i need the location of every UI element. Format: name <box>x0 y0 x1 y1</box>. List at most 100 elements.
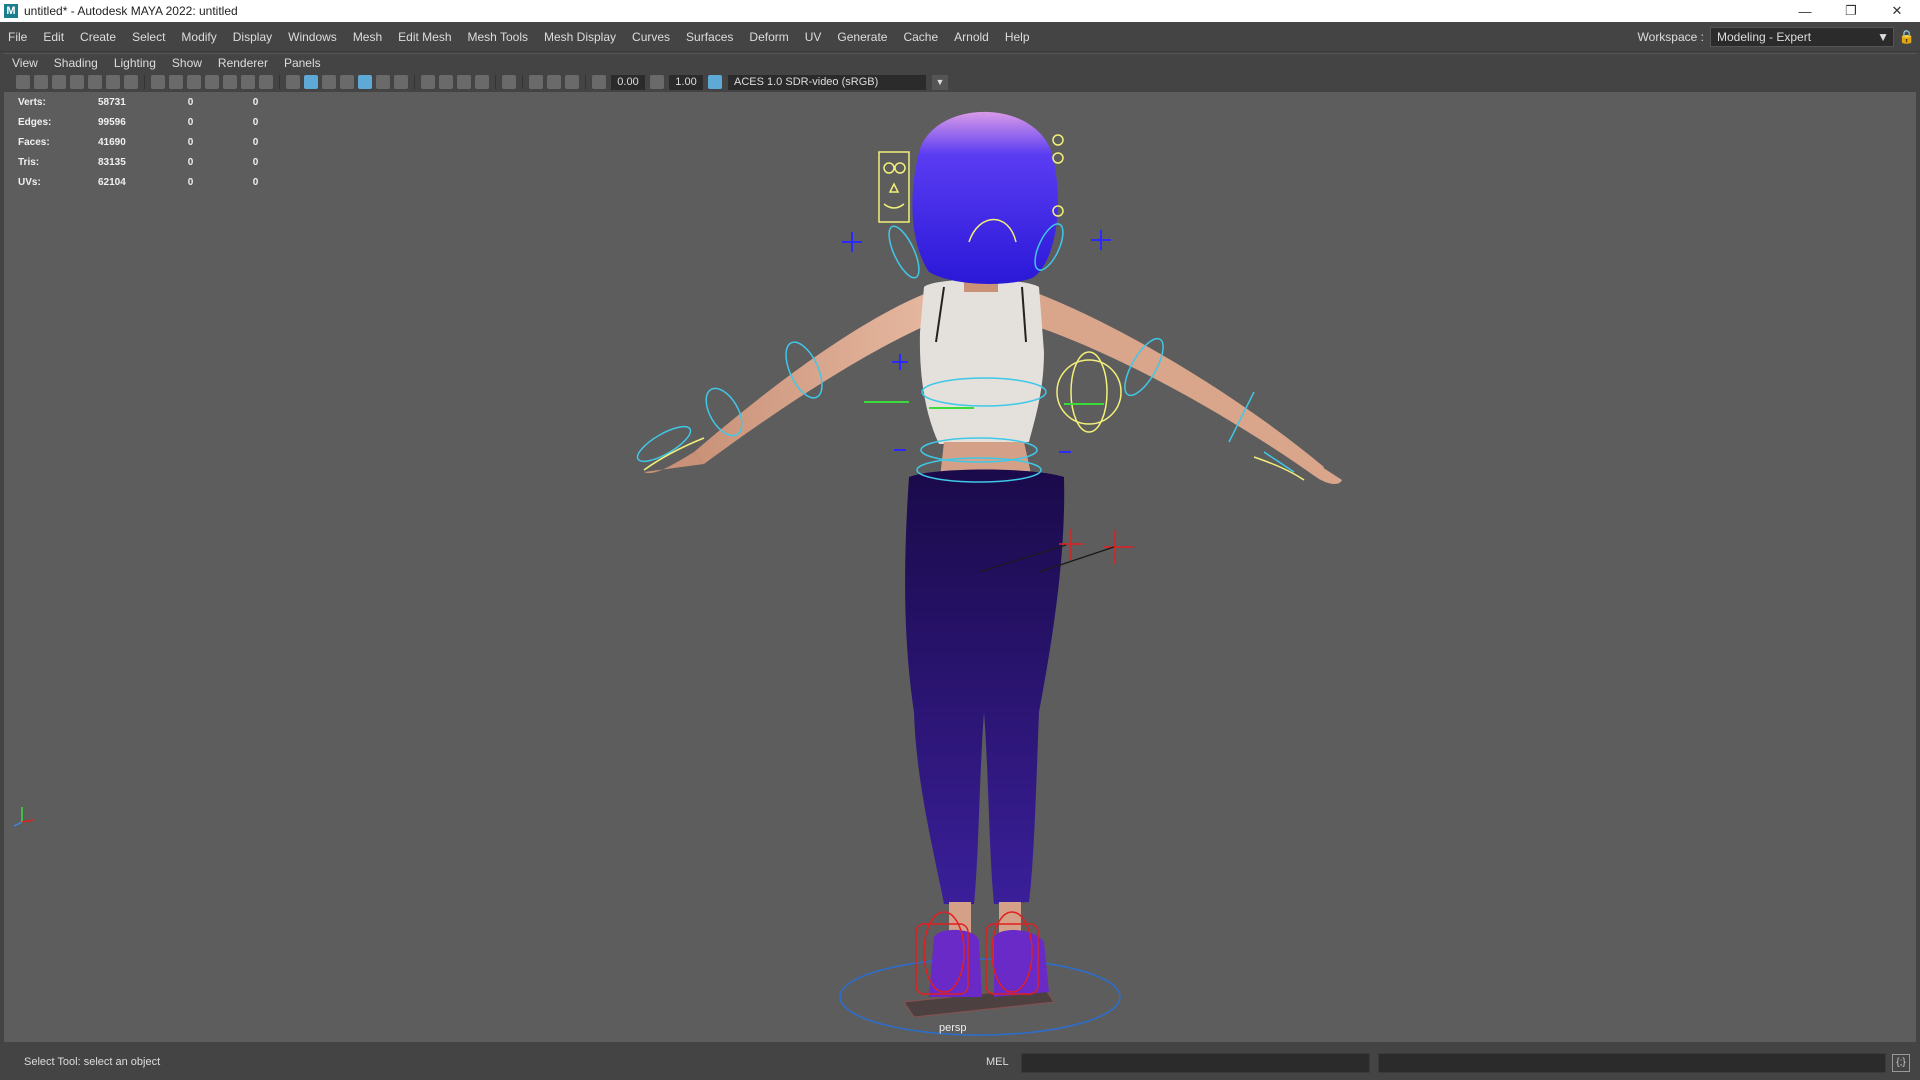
ambient-occlusion-icon[interactable] <box>421 75 435 89</box>
xray-joints-icon[interactable] <box>565 75 579 89</box>
hud-value: 0 <box>187 136 194 148</box>
menu-windows[interactable]: Windows <box>280 22 345 52</box>
pants <box>905 469 1065 904</box>
hud-row-uvs: UVs: 62104 0 0 <box>18 172 288 192</box>
close-button[interactable]: ✕ <box>1874 0 1920 22</box>
gamma-icon[interactable] <box>650 75 664 89</box>
bookmark-icon[interactable] <box>70 75 84 89</box>
wireframe-on-shaded-icon[interactable] <box>340 75 354 89</box>
menu-edit-mesh[interactable]: Edit Mesh <box>390 22 459 52</box>
toolbar-divider <box>522 75 523 89</box>
isolate-select-icon[interactable] <box>502 75 516 89</box>
view-transform-dropdown[interactable]: ACES 1.0 SDR-video (sRGB) ▼ <box>728 74 948 90</box>
2d-pan-zoom-icon[interactable] <box>106 75 120 89</box>
hud-row-verts: Verts: 58731 0 0 <box>18 92 288 112</box>
gate-mask-icon[interactable] <box>205 75 219 89</box>
mel-language-toggle[interactable]: MEL <box>986 1045 1009 1080</box>
xray-active-components-icon[interactable] <box>547 75 561 89</box>
command-line-input[interactable] <box>1021 1053 1370 1073</box>
menu-surfaces[interactable]: Surfaces <box>678 22 741 52</box>
hud-value: 0 <box>252 156 259 168</box>
hud-row-faces: Faces: 41690 0 0 <box>18 132 288 152</box>
workspace-dropdown[interactable]: Modeling - Expert ▼ <box>1710 27 1894 47</box>
hud-value: 0 <box>187 96 194 108</box>
restore-button[interactable]: ❐ <box>1828 0 1874 22</box>
panel-menu-show[interactable]: Show <box>164 56 210 70</box>
exposure-icon[interactable] <box>592 75 606 89</box>
workspace-label: Workspace : <box>1637 30 1704 44</box>
tank-top <box>919 279 1044 444</box>
select-camera-icon[interactable] <box>16 75 30 89</box>
motion-blur-icon[interactable] <box>439 75 453 89</box>
menu-edit[interactable]: Edit <box>35 22 72 52</box>
panel-menu-view[interactable]: View <box>4 56 46 70</box>
resolution-gate-icon[interactable] <box>187 75 201 89</box>
shadows-icon[interactable] <box>394 75 408 89</box>
workspace-selector: Workspace : Modeling - Expert ▼ 🔒 <box>1638 22 1920 52</box>
menu-arnold[interactable]: Arnold <box>946 22 997 52</box>
menu-help[interactable]: Help <box>997 22 1038 52</box>
view-transform-value: ACES 1.0 SDR-video (sRGB) <box>734 75 879 88</box>
exposure-field[interactable]: 0.00 <box>611 74 645 90</box>
panel-menu-panels[interactable]: Panels <box>276 56 329 70</box>
menu-generate[interactable]: Generate <box>829 22 895 52</box>
image-plane-icon[interactable] <box>88 75 102 89</box>
hud-value: 0 <box>252 176 259 188</box>
hud-label: Tris: <box>18 156 40 168</box>
use-all-lights-icon[interactable] <box>376 75 390 89</box>
menu-uv[interactable]: UV <box>797 22 830 52</box>
script-editor-icon[interactable]: {;} <box>1892 1054 1910 1072</box>
depth-of-field-icon[interactable] <box>475 75 489 89</box>
menu-mesh-tools[interactable]: Mesh Tools <box>460 22 536 52</box>
panel-menu-shading[interactable]: Shading <box>46 56 106 70</box>
title-bar: M untitled* - Autodesk MAYA 2022: untitl… <box>0 0 1920 22</box>
textured-icon[interactable] <box>358 75 372 89</box>
gamma-field[interactable]: 1.00 <box>669 74 703 90</box>
toolbar-divider <box>585 75 586 89</box>
safe-action-icon[interactable] <box>241 75 255 89</box>
panel-menu-bar: View Shading Lighting Show Renderer Pane… <box>4 53 1916 72</box>
scene-view[interactable] <box>4 92 1916 1042</box>
lock-camera-icon[interactable] <box>34 75 48 89</box>
menu-modify[interactable]: Modify <box>173 22 224 52</box>
grid-icon[interactable] <box>151 75 165 89</box>
menu-mesh-display[interactable]: Mesh Display <box>536 22 624 52</box>
field-chart-icon[interactable] <box>223 75 237 89</box>
right-arm <box>1029 292 1324 477</box>
wireframe-icon[interactable] <box>286 75 300 89</box>
panel-menu-lighting[interactable]: Lighting <box>106 56 164 70</box>
safe-title-icon[interactable] <box>259 75 273 89</box>
camera-attributes-icon[interactable] <box>52 75 66 89</box>
face-control-panel[interactable] <box>878 151 910 223</box>
menu-file[interactable]: File <box>0 22 35 52</box>
menu-deform[interactable]: Deform <box>741 22 796 52</box>
menu-display[interactable]: Display <box>225 22 280 52</box>
grease-pencil-icon[interactable] <box>124 75 138 89</box>
camera-name-label: persp <box>939 1022 967 1034</box>
chevron-down-icon[interactable]: ▼ <box>932 74 948 90</box>
hud-value: 0 <box>187 156 194 168</box>
hud-value: 0 <box>252 136 259 148</box>
workspace-value: Modeling - Expert <box>1717 30 1812 44</box>
default-material-icon[interactable] <box>322 75 336 89</box>
menu-create[interactable]: Create <box>72 22 124 52</box>
film-gate-icon[interactable] <box>169 75 183 89</box>
smooth-shade-icon[interactable] <box>304 75 318 89</box>
hud-value: 0 <box>252 96 259 108</box>
xray-icon[interactable] <box>529 75 543 89</box>
hud-value: 83135 <box>98 156 126 168</box>
color-management-icon[interactable] <box>708 75 722 89</box>
menu-curves[interactable]: Curves <box>624 22 678 52</box>
perspective-viewport[interactable]: Verts: 58731 0 0 Edges: 99596 0 0 Faces:… <box>4 92 1916 1042</box>
hud-value: 0 <box>187 116 194 128</box>
panel-menu-renderer[interactable]: Renderer <box>210 56 276 70</box>
hud-value: 58731 <box>98 96 126 108</box>
anti-aliasing-icon[interactable] <box>457 75 471 89</box>
help-line-bar: Select Tool: select an object MEL {;} <box>0 1045 1920 1080</box>
menu-select[interactable]: Select <box>124 22 173 52</box>
toolbar-divider <box>495 75 496 89</box>
menu-cache[interactable]: Cache <box>895 22 946 52</box>
minimize-button[interactable]: — <box>1782 0 1828 22</box>
lock-icon[interactable]: 🔒 <box>1894 29 1920 45</box>
menu-mesh[interactable]: Mesh <box>345 22 390 52</box>
